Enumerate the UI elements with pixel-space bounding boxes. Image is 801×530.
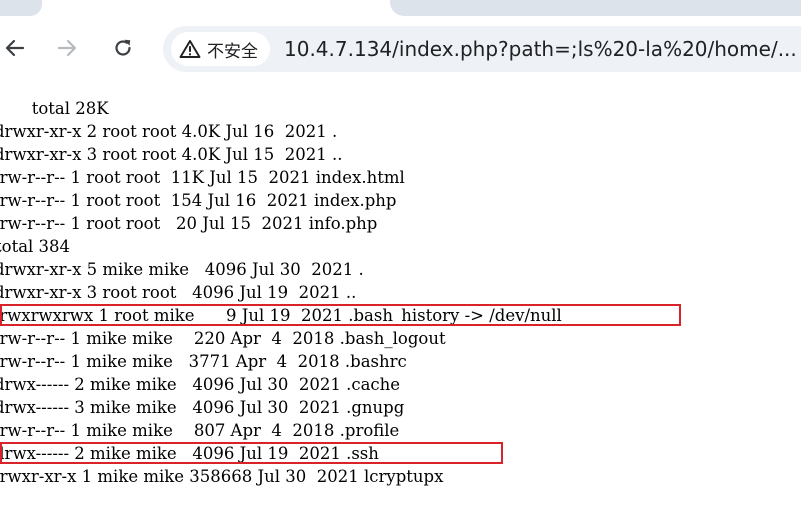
file-listing-row: -rw-r--r-- 1 root root 11K Jul 15 2021 i… bbox=[0, 168, 405, 187]
file-listing-row: drwxr-xr-x 3 root root 4096 Jul 19 2021 … bbox=[0, 283, 357, 302]
forward-arrow-icon bbox=[57, 39, 77, 57]
tab-strip[interactable] bbox=[390, 0, 801, 16]
file-listing-row: -rwxr-xr-x 1 mike mike 358668 Jul 30 202… bbox=[0, 467, 444, 486]
file-listing-row: drwx------ 3 mike mike 4096 Jul 30 2021 … bbox=[0, 398, 405, 417]
security-label: 不安全 bbox=[207, 41, 258, 62]
tab-strip[interactable] bbox=[0, 0, 42, 16]
file-listing-row: drwxr-xr-x 2 root root 4.0K Jul 16 2021 … bbox=[0, 122, 338, 141]
warning-triangle-icon bbox=[179, 40, 201, 58]
highlight-box bbox=[0, 442, 503, 464]
file-listing-row: -rw-r--r-- 1 mike mike 807 Apr 4 2018 .p… bbox=[0, 421, 400, 440]
address-bar[interactable]: 不安全 10.4.7.134/index.php?path=;ls%20-la%… bbox=[163, 26, 801, 72]
total-line: total 384 bbox=[0, 237, 71, 256]
command-output: total 28K drwxr-xr-x 2 root root 4.0K Jul… bbox=[0, 94, 801, 530]
url-text[interactable]: 10.4.7.134/index.php?path=;ls%20-la%20/h… bbox=[284, 37, 797, 61]
back-button[interactable] bbox=[0, 28, 35, 68]
forward-button[interactable] bbox=[47, 28, 87, 68]
back-arrow-icon bbox=[5, 39, 25, 57]
reload-icon bbox=[115, 39, 131, 56]
browser-toolbar: 不安全 10.4.7.134/index.php?path=;ls%20-la%… bbox=[0, 0, 801, 94]
file-listing-row: drwxr-xr-x 5 mike mike 4096 Jul 30 2021 … bbox=[0, 260, 364, 279]
security-indicator[interactable]: 不安全 bbox=[171, 32, 270, 66]
file-listing-row: -rw-r--r-- 1 root root 20 Jul 15 2021 in… bbox=[0, 214, 378, 233]
highlight-box bbox=[0, 304, 681, 326]
file-listing-row: -rw-r--r-- 1 mike mike 3771 Apr 4 2018 .… bbox=[0, 352, 407, 371]
file-listing-row: -rw-r--r-- 1 mike mike 220 Apr 4 2018 .b… bbox=[0, 329, 446, 348]
total-line: total 28K bbox=[0, 99, 109, 118]
reload-button[interactable] bbox=[103, 28, 143, 68]
file-listing-row: drwxr-xr-x 3 root root 4.0K Jul 15 2021 … bbox=[0, 145, 343, 164]
file-listing-row: -rw-r--r-- 1 root root 154 Jul 16 2021 i… bbox=[0, 191, 397, 210]
file-listing-row: drwx------ 2 mike mike 4096 Jul 30 2021 … bbox=[0, 375, 401, 394]
